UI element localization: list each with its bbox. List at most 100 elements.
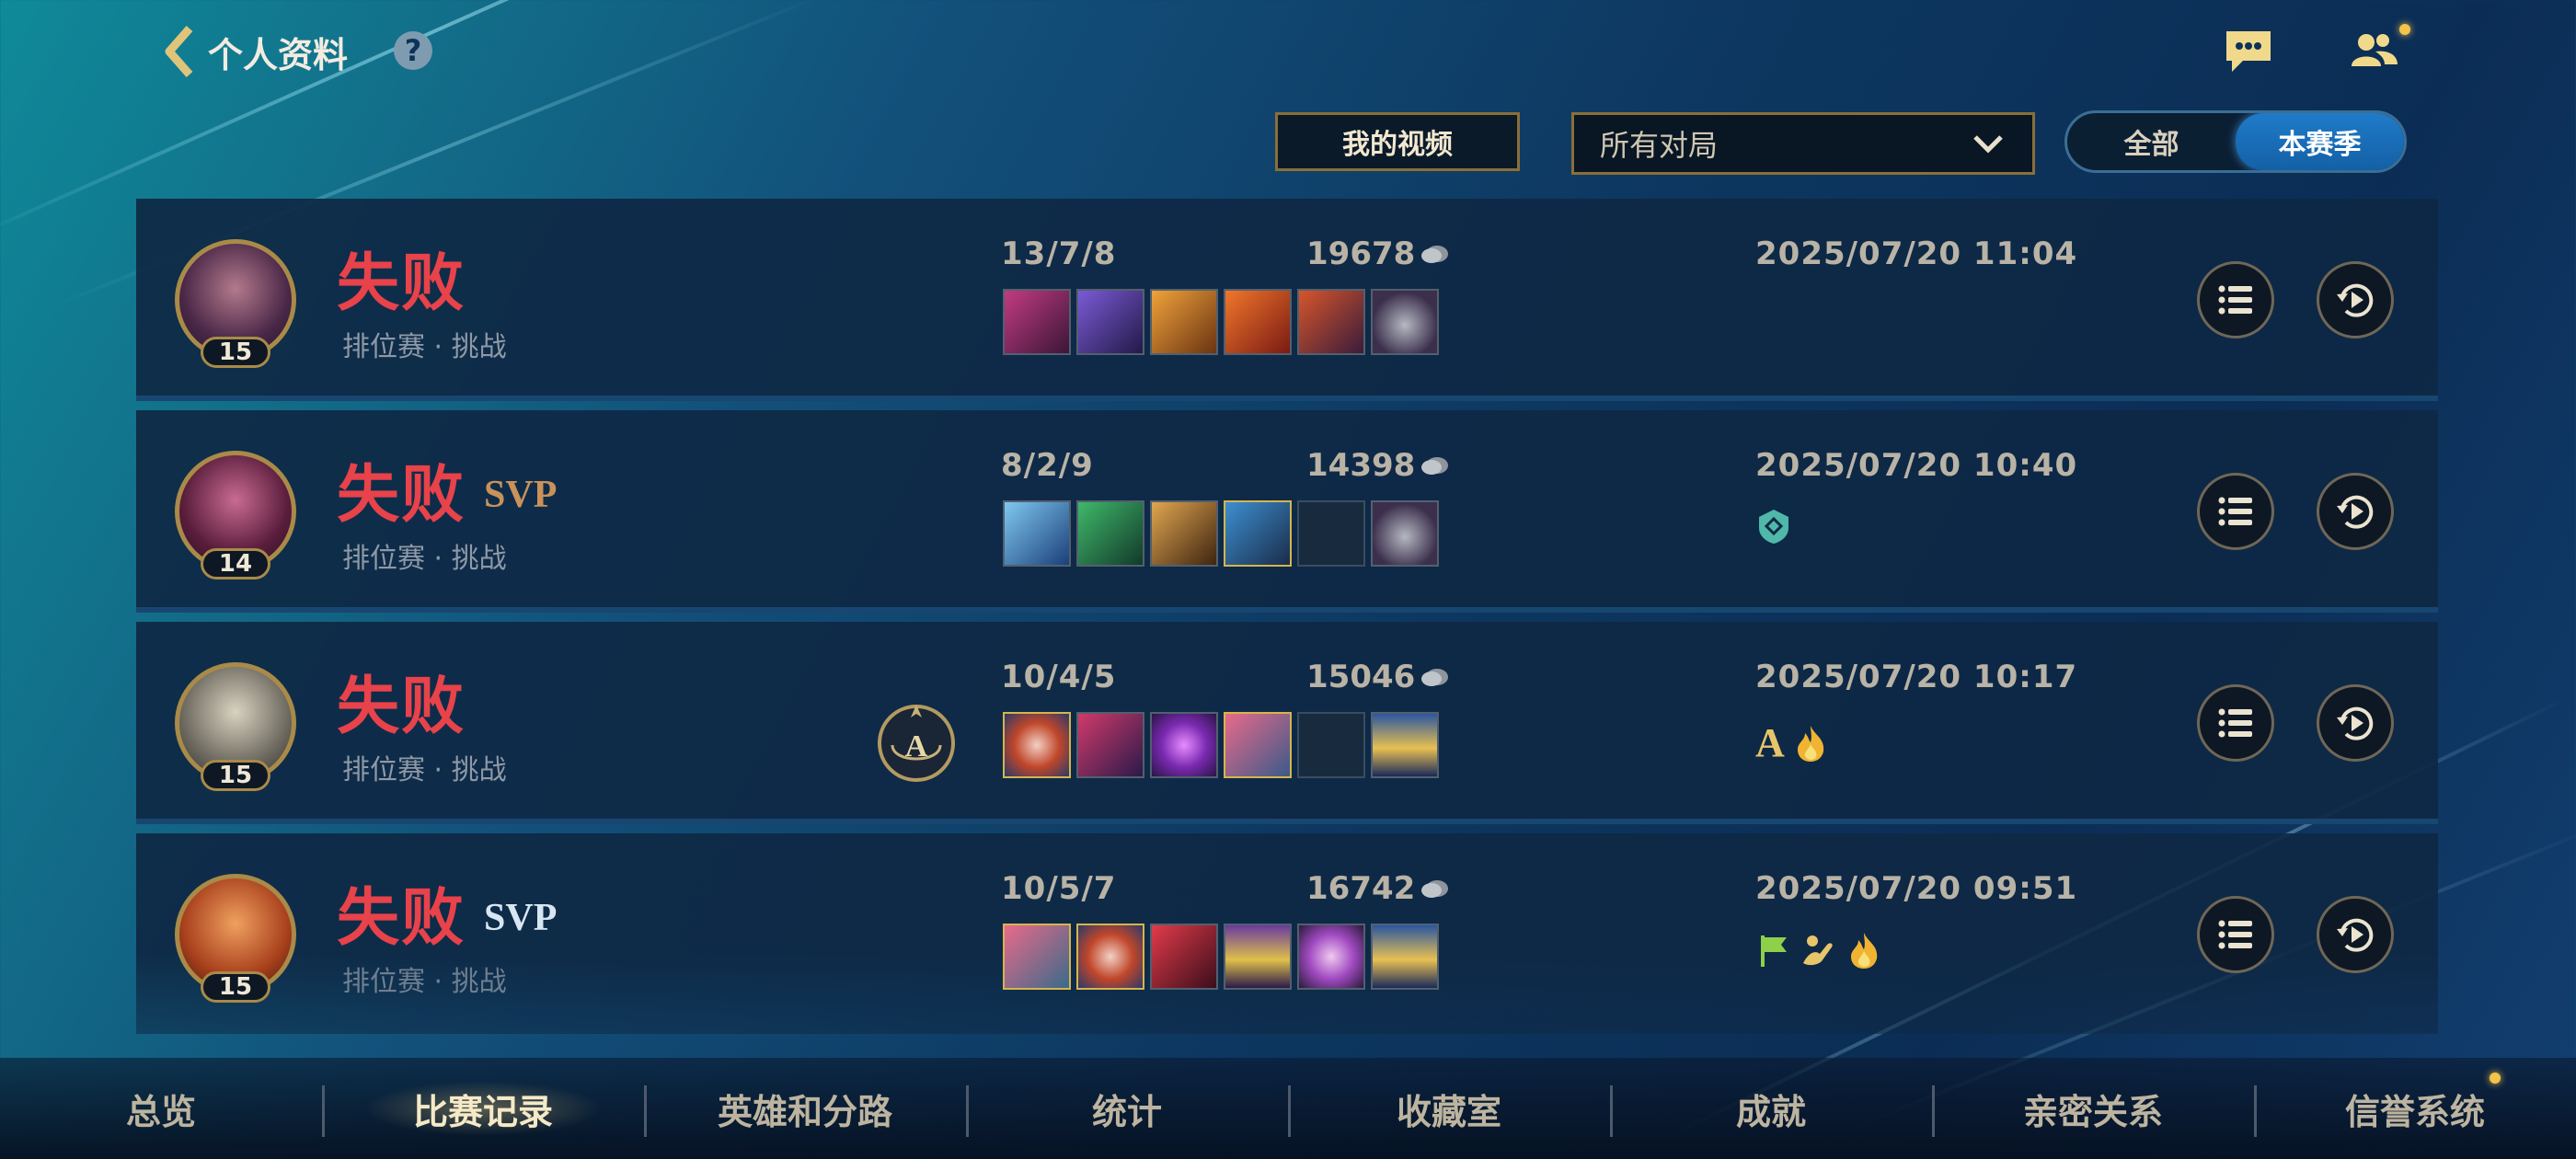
season-toggle[interactable]: 全部 本赛季 [2064,110,2407,173]
tab-label: 亲密关系 [2022,1091,2163,1132]
details-button[interactable] [2197,896,2274,973]
item-slot [1224,924,1292,990]
tab-overview[interactable]: 总览 [0,1058,322,1159]
empty-item-slot [1297,500,1365,567]
svg-text:A: A [905,729,928,763]
list-icon [2218,920,2252,949]
svp-badge: SVP [484,897,558,939]
match-mode: 排位赛 · 挑战 [342,331,507,363]
replay-button[interactable] [2317,473,2394,550]
tab-label: 比赛记录 [412,1091,553,1132]
rank-emblem-icon: A [878,705,955,782]
tab-honor-system[interactable]: 信誉系统 [2254,1058,2576,1159]
replay-icon [2337,918,2374,952]
match-date: 2025/07/20 11:04 [1755,235,2078,272]
match-row[interactable]: 15 失败 SVP 排位赛 · 挑战 10/5/7 16742 2025/07/… [136,833,2438,1034]
toggle-all[interactable]: 全部 [2067,113,2236,170]
help-icon[interactable]: ? [394,31,432,70]
details-button[interactable] [2197,261,2274,339]
champion-level: 14 [201,548,270,580]
tab-match-history[interactable]: 比赛记录 [322,1058,644,1159]
champion-level: 15 [201,971,270,1003]
tab-label: 收藏室 [1396,1091,1501,1132]
item-slot [1224,712,1292,778]
tab-relationships[interactable]: 亲密关系 [1932,1058,2254,1159]
item-slot [1003,500,1071,567]
match-mode: 排位赛 · 挑战 [342,754,507,786]
details-button[interactable] [2197,473,2274,550]
replay-button[interactable] [2317,896,2394,973]
match-row[interactable]: 15 失败 排位赛 · 挑战 A 10/4/5 15046 2025/07/20… [136,622,2438,824]
champion-level: 15 [201,337,270,368]
item-slot [1076,500,1144,567]
notification-dot [2490,1073,2501,1084]
item-slot [1003,712,1071,778]
tab-achievements[interactable]: 成就 [1610,1058,1932,1159]
item-slot [1297,289,1365,355]
empty-item-slot [1297,712,1365,778]
match-badges: A [1755,719,1829,766]
trinket-slot [1371,712,1439,778]
gold-value: 19678 [1306,235,1416,272]
shield-badge-icon [1759,510,1788,544]
champion-level: 15 [201,760,270,791]
kda-stats: 8/2/9 [1001,447,1094,484]
item-slot [1003,289,1071,355]
friends-icon[interactable] [2348,28,2399,75]
tab-statistics[interactable]: 统计 [966,1058,1288,1159]
item-slot [1076,289,1144,355]
gold-coin-icon [1421,669,1449,686]
match-result: 失败 [337,882,466,955]
item-slot [1003,924,1071,990]
toggle-this-season[interactable]: 本赛季 [2236,113,2404,170]
bottom-tab-bar: 总览 比赛记录 英雄和分路 统计 收藏室 成就 亲密关系 信誉系统 [0,1058,2576,1159]
my-video-button[interactable]: 我的视频 [1275,112,1520,171]
flag-icon [1761,935,1787,967]
tab-label: 成就 [1735,1091,1806,1132]
item-slot [1150,712,1218,778]
trinket-slot [1371,924,1439,990]
chevron-left-icon [165,26,193,77]
match-mode: 排位赛 · 挑战 [342,966,507,998]
trinket-slot [1371,500,1439,567]
gold-stat: 14398 [1306,447,1450,484]
details-button[interactable] [2197,684,2274,762]
item-slot [1150,289,1218,355]
tab-label: 信誉系统 [2344,1091,2485,1132]
item-slot [1150,500,1218,567]
list-icon [2218,285,2252,315]
match-date: 2025/07/20 09:51 [1755,870,2078,907]
gold-value: 15046 [1306,659,1416,695]
item-build [1003,500,1439,567]
grade-badge: A [1755,720,1785,765]
gold-stat: 19678 [1306,235,1450,272]
match-row[interactable]: 14 失败 SVP 排位赛 · 挑战 8/2/9 14398 2025/07/2… [136,410,2438,613]
trinket-slot [1371,289,1439,355]
replay-button[interactable] [2317,684,2394,762]
kda-stats: 10/4/5 [1001,659,1117,695]
match-mode: 排位赛 · 挑战 [342,543,507,575]
item-slot [1224,500,1292,567]
tab-champions-roles[interactable]: 英雄和分路 [644,1058,966,1159]
chat-icon[interactable] [2223,28,2274,75]
tab-collection[interactable]: 收藏室 [1288,1058,1610,1159]
match-row[interactable]: 15 失败 排位赛 · 挑战 13/7/8 19678 2025/07/20 1… [136,199,2438,401]
item-build [1003,712,1439,778]
back-button[interactable]: 个人资料 [162,24,348,79]
page-title: 个人资料 [208,34,349,75]
replay-icon [2337,495,2374,529]
gold-coin-icon [1421,246,1449,263]
replay-icon [2337,283,2374,317]
item-build [1003,924,1439,990]
replay-button[interactable] [2317,261,2394,339]
item-build [1003,289,1439,355]
match-badges [1755,508,1792,545]
match-result: 失败 [337,459,466,532]
tab-label: 总览 [125,1091,196,1132]
svp-badge: SVP [484,474,558,516]
match-badges [1755,931,1882,970]
match-filter-select[interactable]: 所有对局 [1571,112,2035,175]
gold-stat: 16742 [1306,870,1450,907]
list-icon [2218,497,2252,526]
item-slot [1224,289,1292,355]
